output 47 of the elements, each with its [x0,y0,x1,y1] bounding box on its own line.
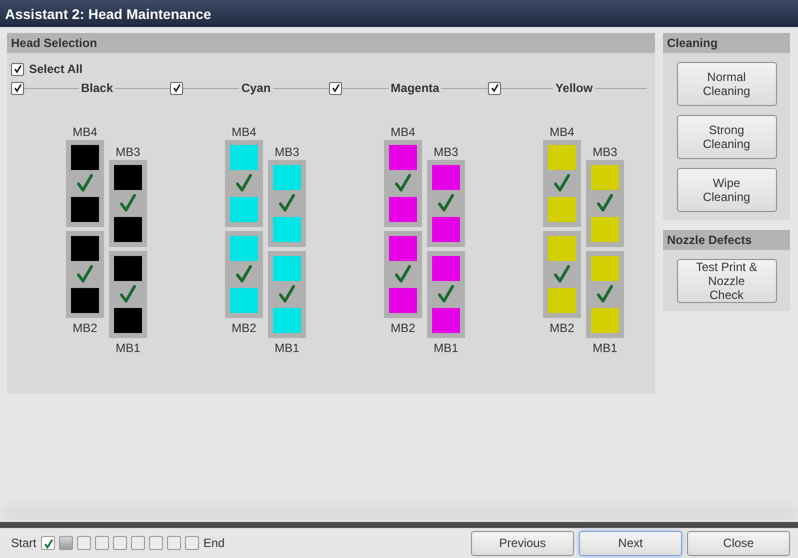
cleaning-button[interactable]: Wipe Cleaning [676,168,776,212]
checkbox[interactable] [11,62,24,76]
module-label: MB2 [72,322,98,334]
head-module[interactable] [268,160,306,247]
nav-button[interactable]: Close [687,530,790,556]
module-label: MB2 [232,322,256,334]
nav-button[interactable]: Next [579,530,682,556]
module-label: MB1 [434,342,458,354]
module-label: MB1 [274,342,300,354]
module-label: MB4 [232,126,256,138]
cleaning-button[interactable]: Normal Cleaning [676,62,776,106]
nav-button[interactable]: Previous [471,530,574,556]
window-title: Assistant 2: Head Maintenance [5,6,212,22]
module-label: MB3 [274,146,300,158]
color-label: Cyan [240,81,272,95]
module-label: MB3 [592,146,618,158]
head-module[interactable] [109,251,147,338]
head-module[interactable] [109,160,147,247]
test-print-button[interactable]: Test Print & Nozzle Check [676,259,776,303]
head-module[interactable] [66,140,104,227]
select-all-label: Select All [29,62,83,76]
module-label: MB3 [116,146,140,158]
checkbox[interactable] [329,82,342,94]
panel-header: Cleaning [663,33,790,53]
module-label: MB2 [550,322,574,334]
head-module[interactable] [268,251,306,338]
color-label: Yellow [554,81,594,95]
head-module[interactable] [66,231,104,318]
panel-header: Head Selection [7,33,655,53]
start-label: Start [11,536,36,550]
module-label: MB1 [592,342,618,354]
end-label: End [203,536,225,550]
checkbox[interactable] [170,82,183,94]
module-label: MB4 [72,126,98,138]
checkbox[interactable] [11,82,24,94]
color-label: Magenta [390,81,440,95]
module-label: MB4 [550,126,574,138]
module-label: MB4 [390,126,416,138]
module-label: MB3 [434,146,458,158]
module-label: MB2 [390,322,416,334]
color-label: Black [80,81,114,95]
module-label: MB1 [116,342,140,354]
head-module[interactable] [225,140,263,227]
head-module[interactable] [225,231,263,318]
checkbox[interactable] [488,82,501,94]
panel-header: Nozzle Defects [663,230,790,250]
cleaning-button[interactable]: Strong Cleaning [676,115,776,159]
